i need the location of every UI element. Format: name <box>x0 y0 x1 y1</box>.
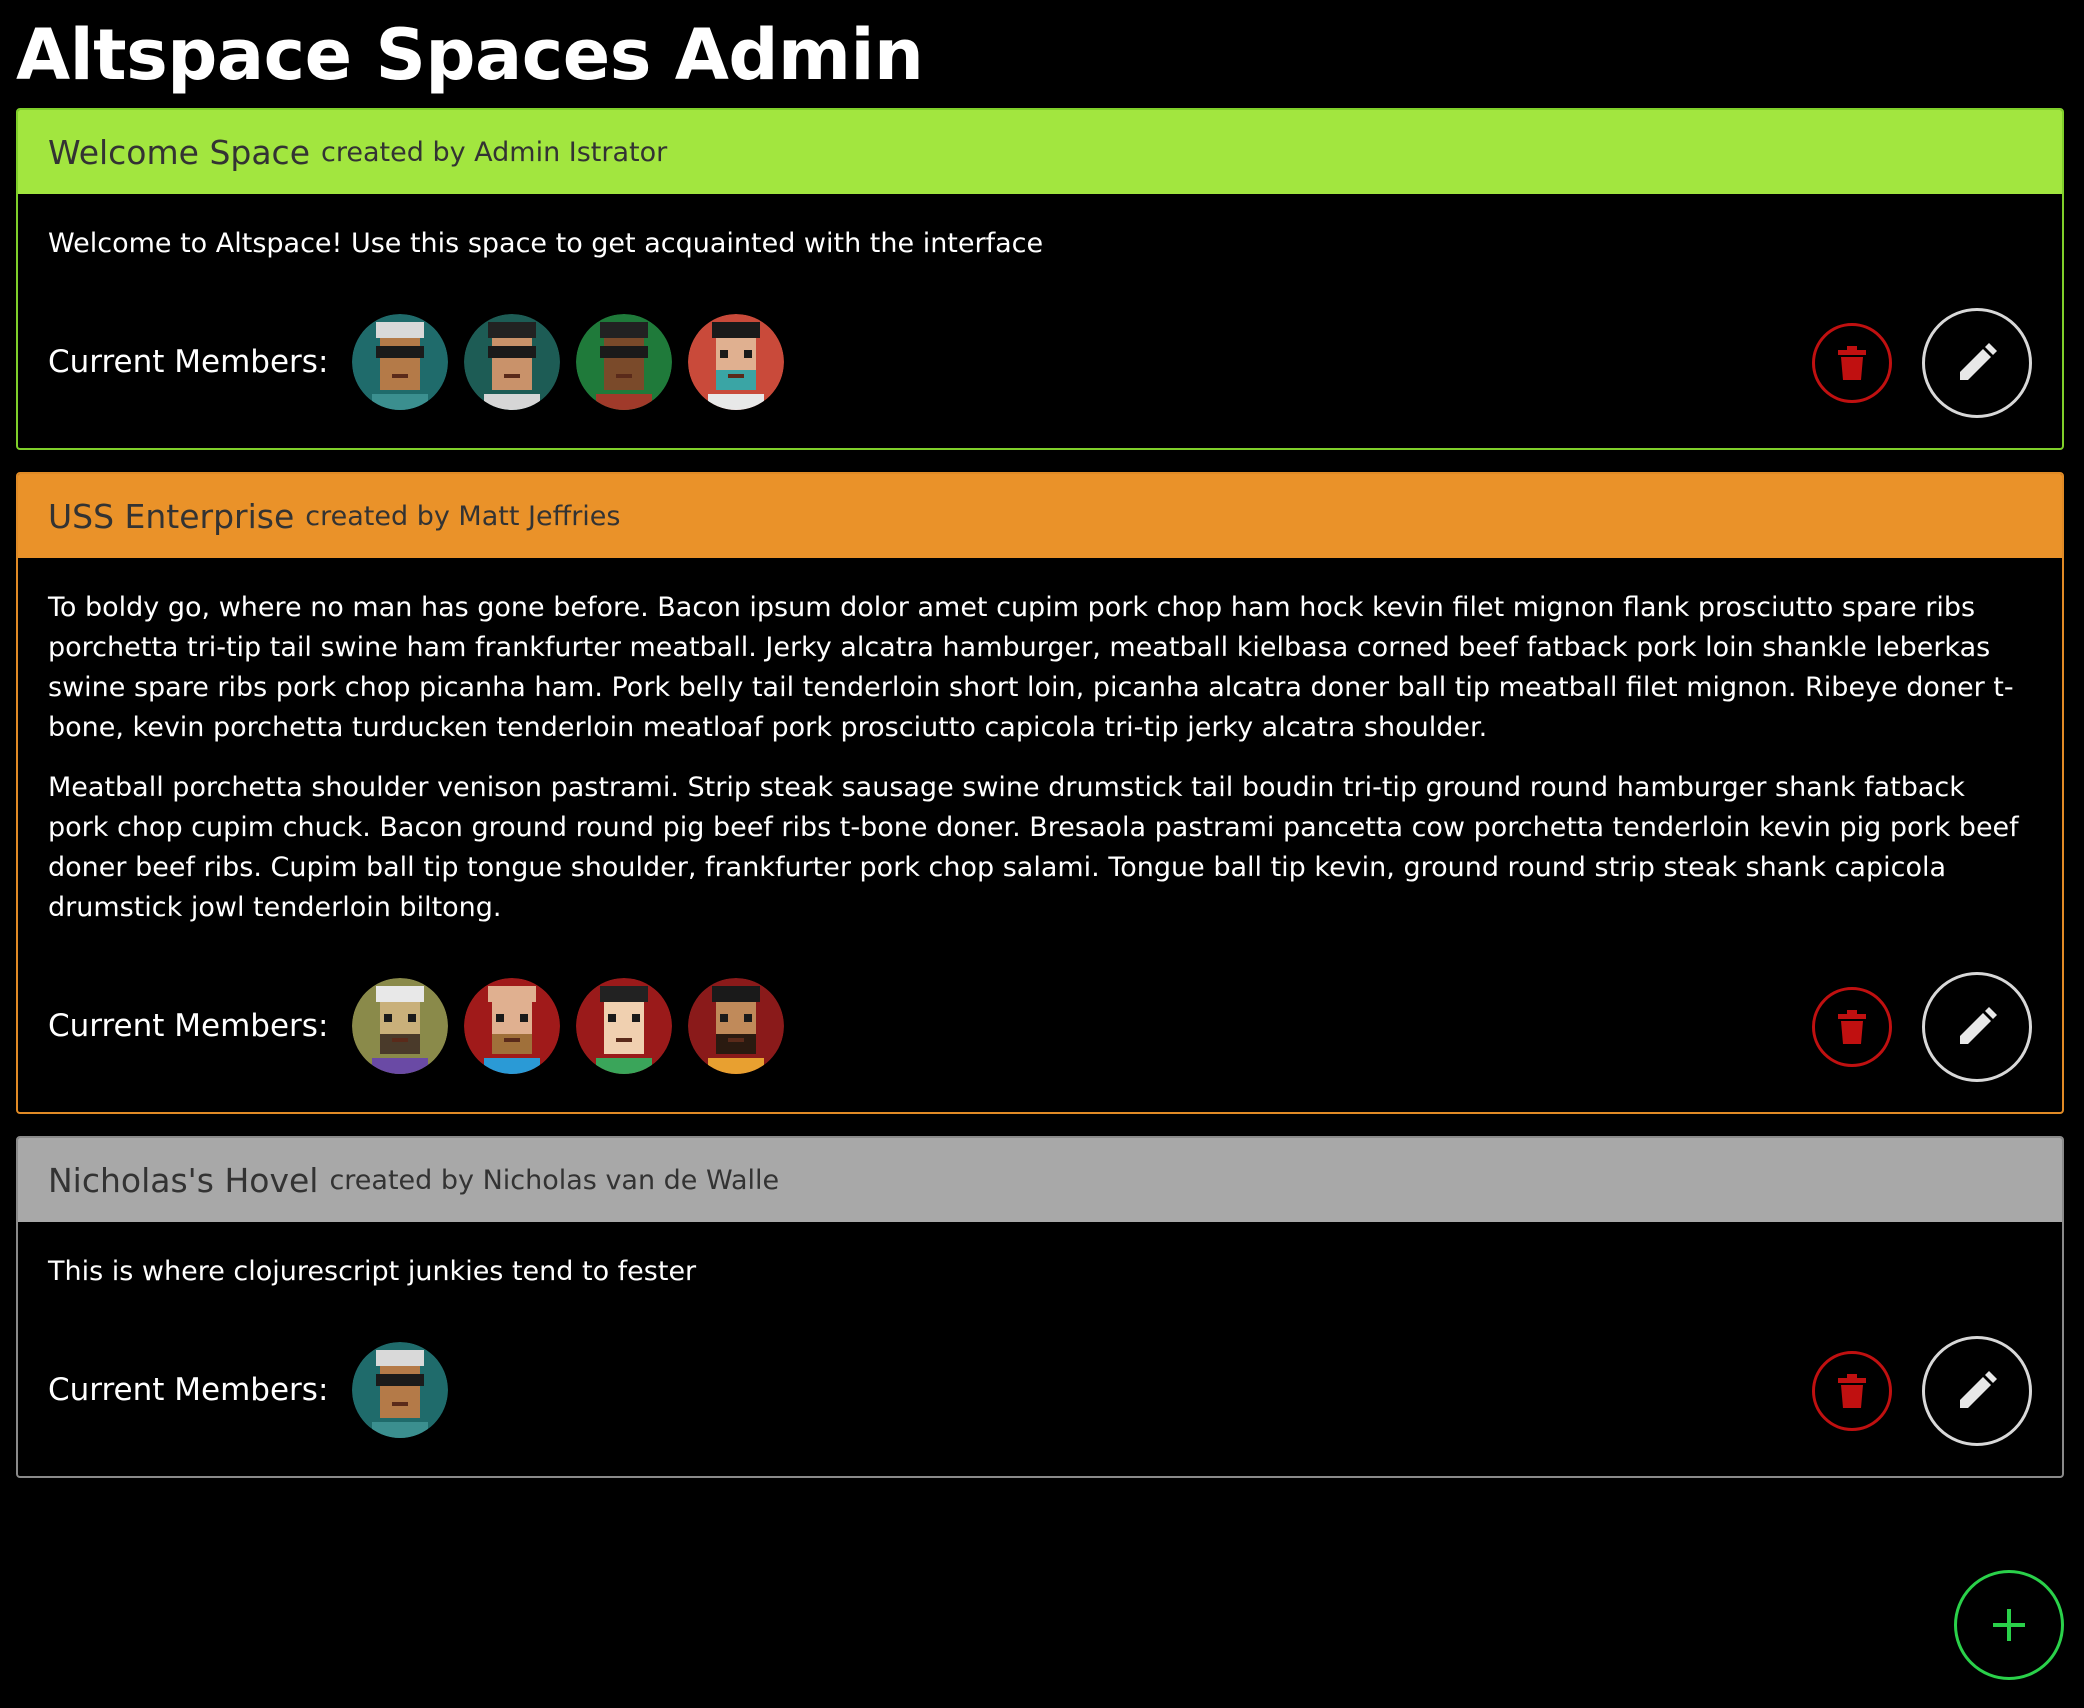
card-actions <box>1812 1336 2032 1446</box>
space-description: Welcome to Altspace! Use this space to g… <box>48 224 2032 264</box>
description-paragraph: Meatball porchetta shoulder venison past… <box>48 772 2019 923</box>
space-name: Nicholas's Hovel <box>48 1160 319 1200</box>
edit-space-button[interactable] <box>1922 972 2032 1082</box>
space-card-header: Nicholas's Hovel created by Nicholas van … <box>18 1138 2062 1222</box>
member-avatar[interactable] <box>576 978 673 1074</box>
delete-space-button[interactable] <box>1812 1351 1892 1431</box>
member-avatar[interactable] <box>352 978 449 1074</box>
trash-icon <box>1838 1374 1866 1408</box>
delete-space-button[interactable] <box>1812 987 1892 1067</box>
space-name: USS Enterprise <box>48 496 295 536</box>
member-avatars <box>352 978 785 1074</box>
space-card-header: Welcome Space created by Admin Istrator <box>18 110 2062 194</box>
plus-icon <box>1993 1609 2025 1641</box>
description-paragraph: This is where clojurescript junkies tend… <box>48 1256 697 1287</box>
edit-space-button[interactable] <box>1922 308 2032 418</box>
member-avatars <box>352 1342 449 1438</box>
pencil-icon <box>1960 1371 1997 1408</box>
space-card: Welcome Space created by Admin Istrator We… <box>16 108 2064 450</box>
description-paragraph: To boldy go, where no man has gone befor… <box>48 592 2014 743</box>
card-actions <box>1812 308 2032 418</box>
space-creator: created by Matt Jeffries <box>305 500 621 532</box>
member-avatar[interactable] <box>464 978 561 1074</box>
trash-icon <box>1838 346 1866 380</box>
page-title: Altspace Spaces Admin <box>16 14 924 96</box>
edit-space-button[interactable] <box>1922 1336 2032 1446</box>
space-list: Welcome Space created by Admin Istrator We… <box>16 108 2064 1500</box>
space-card-body: Welcome to Altspace! Use this space to g… <box>18 194 2062 448</box>
members-row: Current Members: <box>48 1340 2032 1440</box>
space-name: Welcome Space <box>48 132 311 172</box>
member-avatar[interactable] <box>464 314 561 410</box>
member-avatar[interactable] <box>688 978 785 1074</box>
member-avatar[interactable] <box>352 314 449 410</box>
space-description: To boldy go, where no man has gone befor… <box>48 588 2032 928</box>
members-label: Current Members: <box>48 1372 329 1408</box>
members-row: Current Members: <box>48 312 2032 412</box>
description-paragraph: Welcome to Altspace! Use this space to g… <box>48 228 1044 259</box>
add-space-button[interactable] <box>1954 1570 2064 1680</box>
delete-space-button[interactable] <box>1812 323 1892 403</box>
space-card: USS Enterprise created by Matt Jeffries To… <box>16 472 2064 1114</box>
member-avatar[interactable] <box>576 314 673 410</box>
space-card-body: This is where clojurescript junkies tend… <box>18 1222 2062 1476</box>
pencil-icon <box>1960 343 1997 380</box>
space-creator: created by Nicholas van de Walle <box>329 1164 780 1196</box>
members-label: Current Members: <box>48 344 329 380</box>
space-creator: created by Admin Istrator <box>321 136 668 168</box>
card-actions <box>1812 972 2032 1082</box>
pencil-icon <box>1960 1007 1997 1044</box>
space-card-body: To boldy go, where no man has gone befor… <box>18 558 2062 1112</box>
member-avatars <box>352 314 785 410</box>
trash-icon <box>1838 1010 1866 1044</box>
member-avatar[interactable] <box>688 314 785 410</box>
members-row: Current Members: <box>48 976 2032 1076</box>
members-label: Current Members: <box>48 1008 329 1044</box>
space-card: Nicholas's Hovel created by Nicholas van … <box>16 1136 2064 1478</box>
member-avatar[interactable] <box>352 1342 449 1438</box>
space-description: This is where clojurescript junkies tend… <box>48 1252 2032 1292</box>
space-card-header: USS Enterprise created by Matt Jeffries <box>18 474 2062 558</box>
